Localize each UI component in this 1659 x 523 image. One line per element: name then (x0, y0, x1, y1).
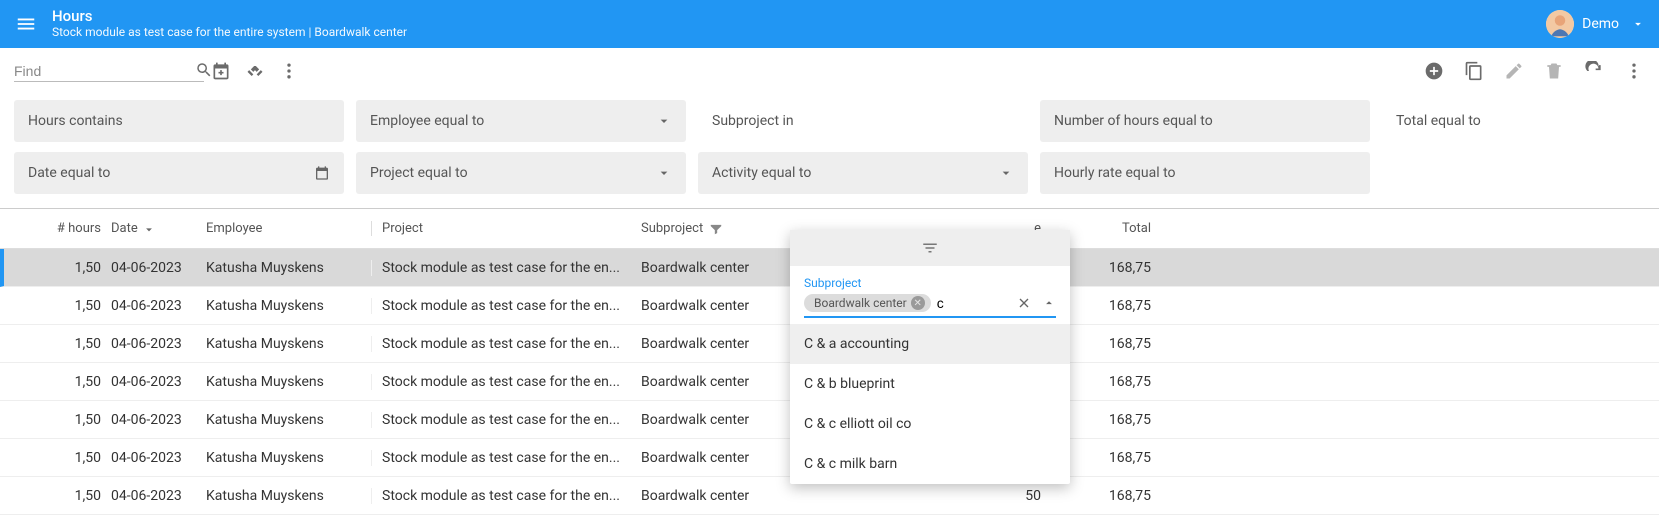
cell-employee: Katusha Muyskens (206, 336, 371, 352)
cell-project: Stock module as test case for the en... (371, 450, 641, 466)
filter-total-equal[interactable]: Total equal to (1382, 100, 1659, 142)
page-subtitle: Stock module as test case for the entire… (52, 26, 407, 40)
chevron-down-icon (656, 113, 672, 129)
filter-label: Hourly rate equal to (1054, 165, 1176, 181)
col-project[interactable]: Project (371, 221, 641, 236)
cell-total: 168,75 (1041, 488, 1151, 504)
filter-panel: Hours contains Employee equal to Subproj… (0, 94, 1659, 209)
col-date-label: Date (111, 221, 138, 236)
cell-project: Stock module as test case for the en... (371, 336, 641, 352)
col-hours[interactable]: # hours (16, 221, 111, 236)
dropdown-option[interactable]: C & b blueprint (790, 364, 1070, 404)
filter-number-hours[interactable]: Number of hours equal to (1040, 100, 1370, 142)
filter-label: Total equal to (1396, 113, 1481, 129)
selected-chip: Boardwalk center ✕ (804, 294, 931, 312)
more-vert-icon-right[interactable] (1623, 60, 1645, 82)
cell-project: Stock module as test case for the en... (371, 412, 641, 428)
cell-hours: 1,50 (16, 298, 111, 314)
dropdown-option[interactable]: C & c milk barn (790, 444, 1070, 484)
popover-field-label: Subproject (804, 276, 1056, 290)
cell-employee: Katusha Muyskens (206, 488, 371, 504)
filter-label: Project equal to (370, 165, 468, 181)
cell-project: Stock module as test case for the en... (371, 374, 641, 390)
header-user[interactable]: Demo (1546, 10, 1645, 38)
popover-search-input[interactable] (937, 295, 1010, 311)
cell-employee: Katusha Muyskens (206, 450, 371, 466)
cell-hours: 1,50 (16, 260, 111, 276)
find-field[interactable] (14, 61, 204, 82)
dropdown-option[interactable]: C & c elliott oil co (790, 404, 1070, 444)
chevron-down-icon (998, 165, 1014, 181)
col-subproject-label: Subproject (641, 221, 703, 236)
filter-label: Subproject in (712, 113, 794, 129)
refresh-icon[interactable] (1583, 60, 1605, 82)
cell-employee: Katusha Muyskens (206, 374, 371, 390)
filter-subproject-in[interactable]: Subproject in (698, 100, 1028, 142)
chevron-up-icon[interactable] (1042, 296, 1056, 310)
cell-date: 04-06-2023 (111, 450, 206, 466)
cell-rate: 50 (911, 488, 1041, 504)
handshake-icon[interactable] (244, 60, 266, 82)
cell-project: Stock module as test case for the en... (371, 298, 641, 314)
calendar-add-icon[interactable] (210, 60, 232, 82)
filter-hours-contains[interactable]: Hours contains (14, 100, 344, 142)
filter-date-equal[interactable]: Date equal to (14, 152, 344, 194)
cell-date: 04-06-2023 (111, 260, 206, 276)
cell-hours: 1,50 (16, 488, 111, 504)
calendar-icon (314, 165, 330, 181)
filter-project-equal[interactable]: Project equal to (356, 152, 686, 194)
subproject-filter-popover: Subproject Boardwalk center ✕ C & a acco… (790, 230, 1070, 484)
col-employee[interactable]: Employee (206, 221, 371, 236)
clear-icon[interactable] (1016, 295, 1032, 311)
cell-hours: 1,50 (16, 336, 111, 352)
avatar (1546, 10, 1574, 38)
menu-icon[interactable] (14, 12, 38, 36)
page-title: Hours (52, 8, 407, 25)
filter-label: Hours contains (28, 113, 123, 129)
app-header: Hours Stock module as test case for the … (0, 0, 1659, 48)
more-vert-icon[interactable] (278, 60, 300, 82)
chevron-down-icon (1631, 17, 1645, 31)
cell-project: Stock module as test case for the en... (371, 488, 641, 504)
dropdown-option[interactable]: C & a accounting (790, 324, 1070, 364)
filter-list-icon (921, 239, 939, 257)
cell-date: 04-06-2023 (111, 298, 206, 314)
filter-label: Number of hours equal to (1054, 113, 1213, 129)
filter-label: Employee equal to (370, 113, 484, 129)
chip-input-row[interactable]: Boardwalk center ✕ (804, 294, 1056, 318)
add-circle-icon[interactable] (1423, 60, 1445, 82)
cell-project: Stock module as test case for the en... (371, 260, 641, 276)
cell-date: 04-06-2023 (111, 488, 206, 504)
filter-employee-equal[interactable]: Employee equal to (356, 100, 686, 142)
cell-employee: Katusha Muyskens (206, 260, 371, 276)
toolbar (0, 48, 1659, 94)
filter-label: Date equal to (28, 165, 110, 181)
cell-date: 04-06-2023 (111, 336, 206, 352)
filter-activity-equal[interactable]: Activity equal to (698, 152, 1028, 194)
cell-employee: Katusha Muyskens (206, 298, 371, 314)
filter-icon (709, 222, 723, 236)
cell-hours: 1,50 (16, 374, 111, 390)
cell-date: 04-06-2023 (111, 374, 206, 390)
chip-remove-icon[interactable]: ✕ (911, 296, 925, 310)
popover-header[interactable] (790, 230, 1070, 266)
cell-employee: Katusha Muyskens (206, 412, 371, 428)
username: Demo (1582, 16, 1619, 32)
cell-hours: 1,50 (16, 450, 111, 466)
search-input[interactable] (14, 63, 195, 79)
chevron-down-icon (656, 165, 672, 181)
col-date[interactable]: Date (111, 221, 206, 236)
cell-date: 04-06-2023 (111, 412, 206, 428)
delete-icon[interactable] (1543, 60, 1565, 82)
filter-label: Activity equal to (712, 165, 811, 181)
copy-icon[interactable] (1463, 60, 1485, 82)
chip-label: Boardwalk center (814, 296, 907, 310)
cell-hours: 1,50 (16, 412, 111, 428)
title-block: Hours Stock module as test case for the … (52, 8, 407, 39)
filter-hourly-rate[interactable]: Hourly rate equal to (1040, 152, 1370, 194)
arrow-down-icon (142, 222, 156, 236)
edit-icon[interactable] (1503, 60, 1525, 82)
cell-subproject: Boardwalk center (641, 488, 911, 504)
